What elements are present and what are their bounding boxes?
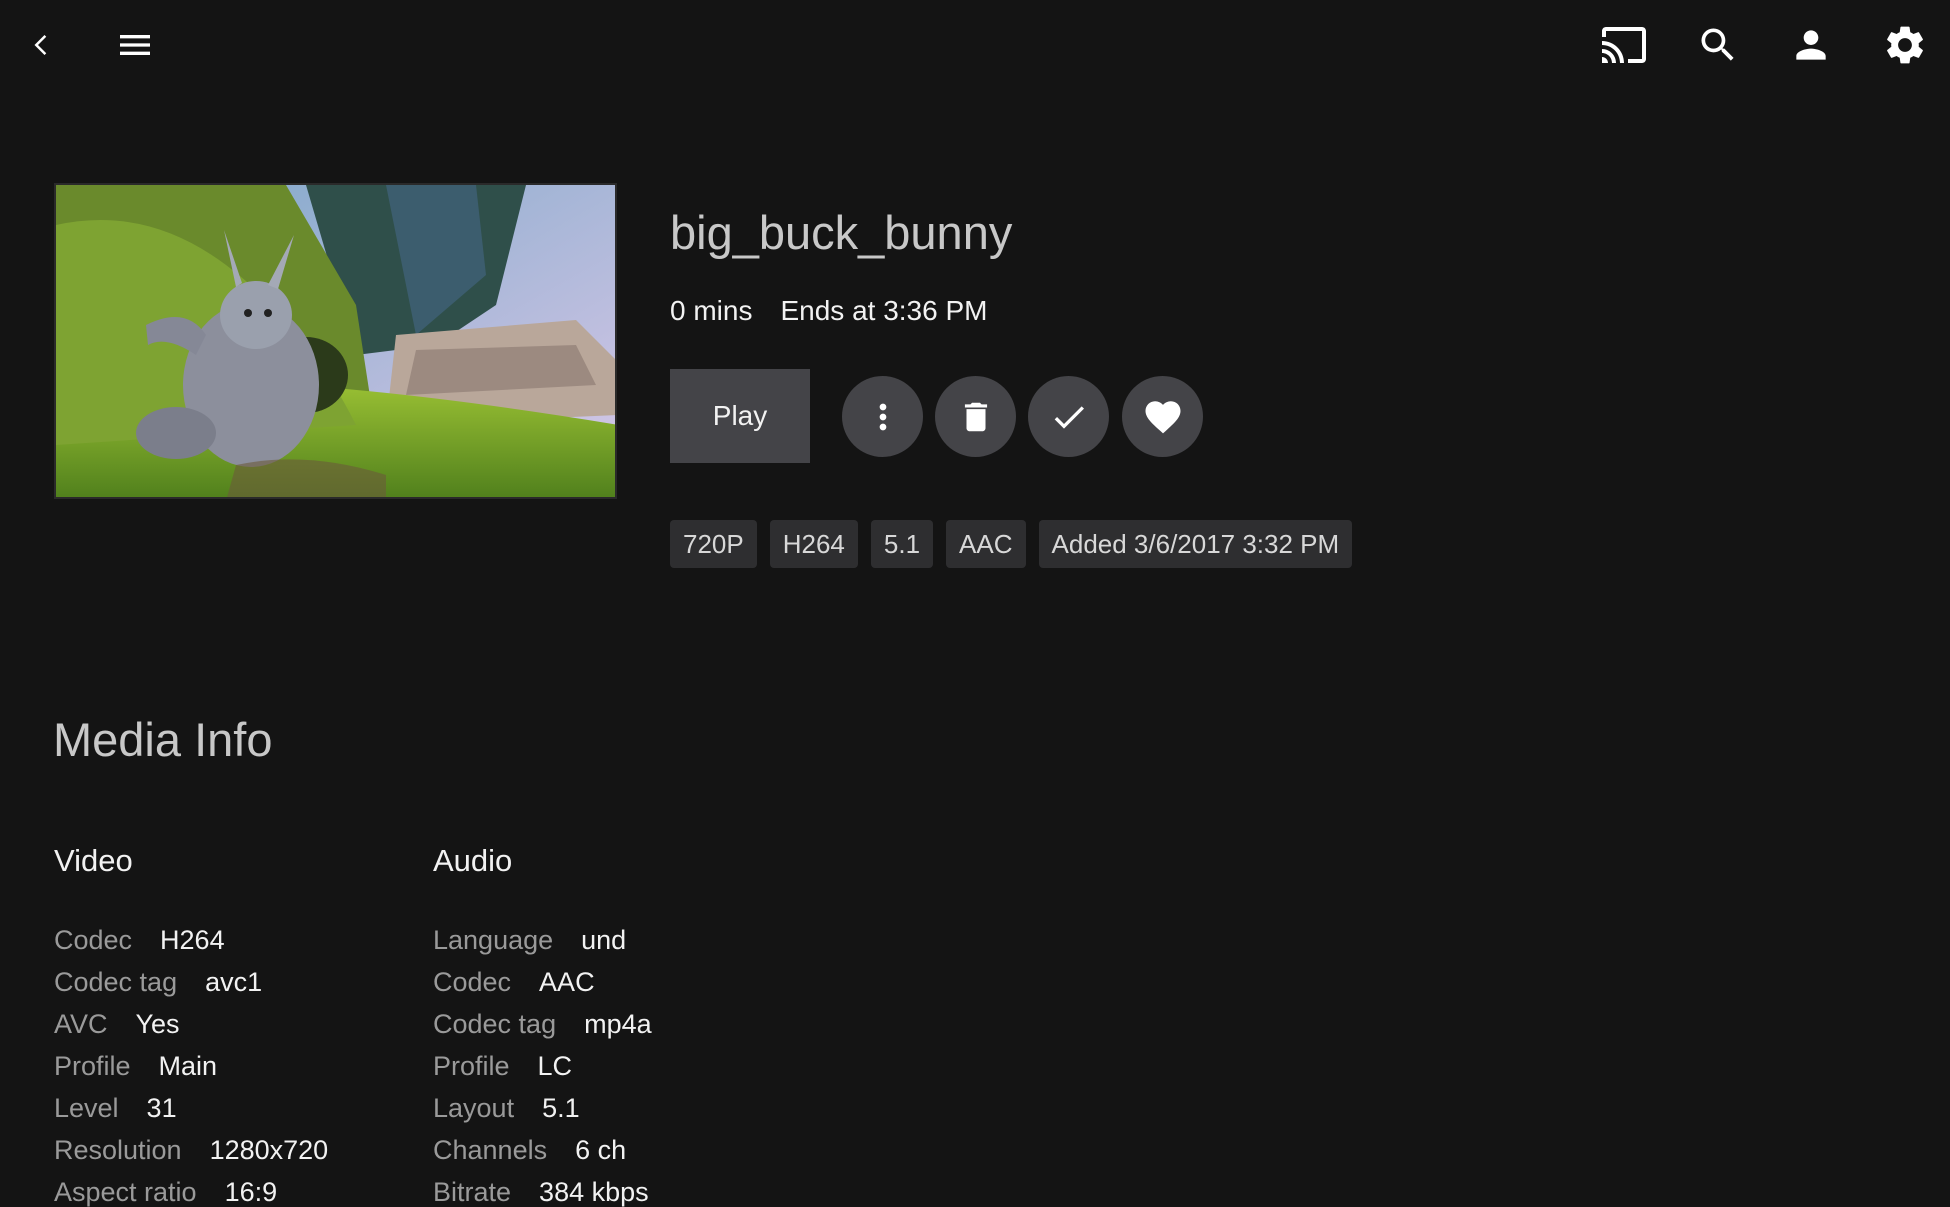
audio-info-column: Audio Language und Codec AAC Codec tag mp4a… [433, 843, 652, 1207]
tag-video-codec: H264 [769, 520, 858, 568]
play-button[interactable]: Play [670, 369, 810, 463]
more-options-button[interactable] [842, 376, 923, 457]
info-value: Yes [135, 1009, 180, 1039]
info-label: Codec [433, 967, 512, 997]
check-icon [1054, 405, 1084, 429]
info-value: 6 ch [575, 1135, 627, 1165]
info-value: 16:9 [224, 1177, 278, 1207]
audio-info-row: Layout 5.1 [433, 1087, 652, 1129]
mark-played-button[interactable] [1028, 376, 1109, 457]
tag-audio-layout: 5.1 [870, 520, 934, 568]
user-button[interactable] [1781, 15, 1841, 75]
back-button[interactable] [12, 15, 72, 75]
tag-audio-codec: AAC [946, 520, 1026, 568]
menu-icon [120, 35, 150, 55]
settings-icon [1887, 26, 1923, 64]
info-value: 5.1 [542, 1093, 580, 1123]
info-value: AAC [539, 967, 595, 997]
video-info-row: AVC Yes [54, 1003, 328, 1045]
media-info-title: Media Info [53, 713, 273, 766]
audio-info-row: Channels 6 ch [433, 1129, 652, 1171]
search-button[interactable] [1688, 15, 1748, 75]
delete-icon [964, 402, 987, 431]
cast-icon [1602, 27, 1646, 63]
info-label: Level [54, 1093, 119, 1123]
video-heading: Video [54, 843, 133, 878]
video-info-row: Resolution 1280x720 [54, 1129, 328, 1171]
info-label: Aspect ratio [54, 1177, 197, 1207]
info-label: Codec tag [433, 1009, 557, 1039]
delete-button[interactable] [935, 376, 1016, 457]
tag-resolution: 720P [670, 520, 757, 568]
audio-info-row: Codec AAC [433, 961, 652, 1003]
info-value: avc1 [205, 967, 263, 997]
info-value: Main [158, 1051, 218, 1081]
audio-info-row: Bitrate 384 kbps [433, 1171, 652, 1207]
audio-info-row: Language und [433, 919, 652, 961]
video-info-column: Video Codec H264 Codec tag avc1 AVC Yes Pro… [54, 843, 328, 1207]
info-value: LC [537, 1051, 573, 1081]
tag-date-added: Added 3/6/2017 3:32 PM [1038, 520, 1353, 568]
cast-button[interactable] [1594, 15, 1654, 75]
media-tags: 720P H264 5.1 AAC Added 3/6/2017 3:32 PM [670, 520, 1365, 568]
poster-image[interactable] [54, 183, 617, 499]
item-title: big_buck_bunny [670, 206, 1013, 259]
back-icon [34, 35, 47, 55]
info-value: 384 kbps [539, 1177, 649, 1207]
menu-button[interactable] [105, 15, 165, 75]
ends-at-text: Ends at 3:36 PM [780, 295, 988, 326]
search-icon [1701, 28, 1734, 61]
top-bar [0, 0, 1950, 90]
user-icon [1796, 30, 1826, 60]
video-info-row: Aspect ratio 16:9 [54, 1171, 328, 1207]
info-label: Codec tag [54, 967, 178, 997]
info-value: mp4a [584, 1009, 652, 1039]
info-value: H264 [160, 925, 225, 955]
info-label: Bitrate [433, 1177, 512, 1207]
video-info-row: Codec H264 [54, 919, 328, 961]
duration-text: 0 mins [670, 295, 753, 326]
more-vert-icon [879, 403, 886, 430]
info-label: Profile [54, 1051, 131, 1081]
info-value: 1280x720 [209, 1135, 329, 1165]
info-label: AVC [54, 1009, 108, 1039]
audio-info-row: Profile LC [433, 1045, 652, 1087]
poster-artwork [56, 185, 615, 497]
favorite-button[interactable] [1122, 376, 1203, 457]
info-label: Layout [433, 1093, 515, 1123]
audio-heading: Audio [433, 843, 513, 878]
info-value: und [581, 925, 627, 955]
info-label: Codec [54, 925, 133, 955]
runtime-info: 0 mins Ends at 3:36 PM [670, 295, 987, 327]
info-label: Profile [433, 1051, 510, 1081]
video-info-row: Codec tag avc1 [54, 961, 328, 1003]
info-value: 31 [146, 1093, 177, 1123]
video-info-row: Level 31 [54, 1087, 328, 1129]
settings-button[interactable] [1875, 15, 1935, 75]
info-label: Channels [433, 1135, 548, 1165]
info-label: Resolution [54, 1135, 182, 1165]
video-info-row: Profile Main [54, 1045, 328, 1087]
audio-info-row: Codec tag mp4a [433, 1003, 652, 1045]
info-label: Language [433, 925, 554, 955]
heart-icon [1145, 400, 1180, 433]
